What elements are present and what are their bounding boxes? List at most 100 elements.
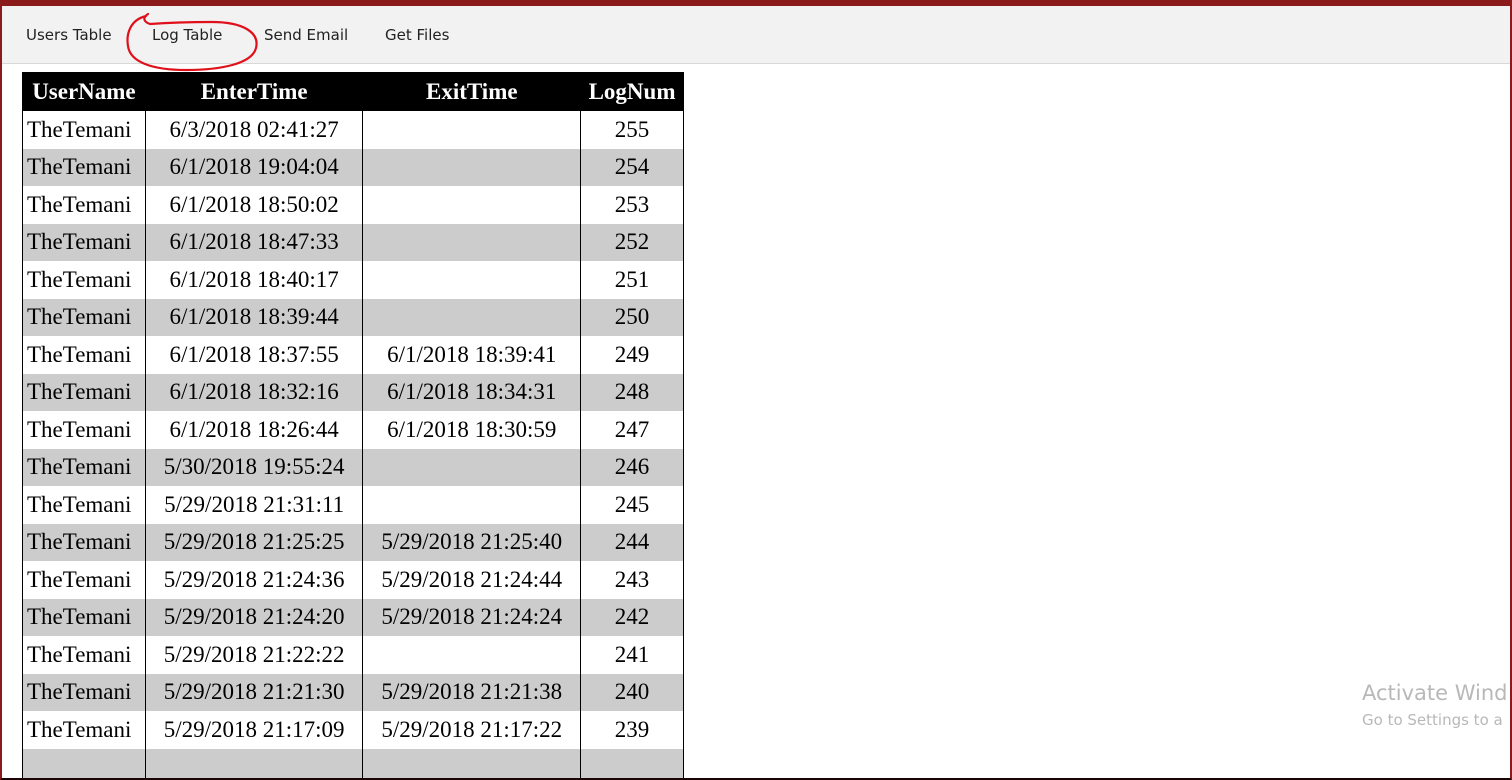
table-row: TheTemani 6/1/2018 18:26:44 6/1/2018 18:… xyxy=(22,411,684,449)
cell-exittime xyxy=(362,448,582,486)
table-row: TheTemani 5/30/2018 19:55:24 246 xyxy=(22,448,684,486)
browser-window: Users Table Log Table Send Email Get Fil… xyxy=(0,0,1512,780)
cell-exittime: 5/29/2018 21:25:40 xyxy=(362,523,582,561)
cell-username: TheTemani xyxy=(22,148,146,186)
table-row: TheTemani 6/1/2018 19:04:04 254 xyxy=(22,148,684,186)
cell-username: TheTemani xyxy=(22,636,146,674)
cell-exittime xyxy=(362,261,582,299)
nav-users-table[interactable]: Users Table xyxy=(26,26,112,44)
watermark-subtitle: Go to Settings to a xyxy=(1362,711,1503,729)
cell-username: TheTemani xyxy=(22,711,146,749)
cell-exittime xyxy=(362,110,582,149)
cell-exittime: 5/29/2018 21:24:44 xyxy=(362,561,582,599)
cell-entertime: 6/1/2018 18:47:33 xyxy=(144,223,364,261)
cell-lognum: 246 xyxy=(580,448,684,486)
header-username: UserName xyxy=(22,72,146,111)
cell-username: TheTemani xyxy=(22,223,146,261)
cell-exittime: 5/29/2018 21:24:24 xyxy=(362,598,582,636)
cell-exittime: 6/1/2018 18:39:41 xyxy=(362,336,582,374)
cell-exittime xyxy=(362,186,582,224)
cell-username: TheTemani xyxy=(22,298,146,336)
nav-send-email[interactable]: Send Email xyxy=(264,26,348,44)
cell-exittime: 6/1/2018 18:30:59 xyxy=(362,411,582,449)
table-row: TheTemani 6/1/2018 18:37:55 6/1/2018 18:… xyxy=(22,336,684,374)
table-row: TheTemani 6/1/2018 18:40:17 251 xyxy=(22,261,684,299)
cell-username: TheTemani xyxy=(22,110,146,149)
cell-entertime: 5/29/2018 21:24:36 xyxy=(144,561,364,599)
cell-entertime: 6/1/2018 18:32:16 xyxy=(144,373,364,411)
cell-entertime: 6/1/2018 18:26:44 xyxy=(144,411,364,449)
cell-entertime: 6/1/2018 18:37:55 xyxy=(144,336,364,374)
cell-lognum: 249 xyxy=(580,336,684,374)
cell-username xyxy=(22,748,146,778)
cell-username: TheTemani xyxy=(22,673,146,711)
cell-lognum: 254 xyxy=(580,148,684,186)
cell-lognum xyxy=(580,748,684,778)
cell-lognum: 247 xyxy=(580,411,684,449)
cell-exittime xyxy=(362,486,582,524)
cell-username: TheTemani xyxy=(22,373,146,411)
cell-entertime: 6/1/2018 18:40:17 xyxy=(144,261,364,299)
table-header-row: UserName EnterTime ExitTime LogNum xyxy=(22,72,684,111)
cell-entertime: 5/29/2018 21:22:22 xyxy=(144,636,364,674)
header-lognum: LogNum xyxy=(580,72,684,111)
cell-lognum: 251 xyxy=(580,261,684,299)
cell-entertime: 5/29/2018 21:31:11 xyxy=(144,486,364,524)
cell-entertime: 5/29/2018 21:25:25 xyxy=(144,523,364,561)
cell-lognum: 253 xyxy=(580,186,684,224)
cell-exittime xyxy=(362,748,582,778)
cell-lognum: 252 xyxy=(580,223,684,261)
table-row: TheTemani 6/1/2018 18:47:33 252 xyxy=(22,223,684,261)
table-row: TheTemani 5/29/2018 21:24:20 5/29/2018 2… xyxy=(22,598,684,636)
log-table: UserName EnterTime ExitTime LogNum TheTe… xyxy=(22,72,684,778)
cell-entertime: 6/1/2018 18:50:02 xyxy=(144,186,364,224)
cell-username: TheTemani xyxy=(22,598,146,636)
cell-lognum: 243 xyxy=(580,561,684,599)
cell-entertime: 5/29/2018 21:24:20 xyxy=(144,598,364,636)
cell-entertime: 5/29/2018 21:21:30 xyxy=(144,673,364,711)
table-row: TheTemani 6/1/2018 18:50:02 253 xyxy=(22,186,684,224)
cell-username: TheTemani xyxy=(22,523,146,561)
nav-get-files[interactable]: Get Files xyxy=(385,26,449,44)
cell-entertime: 6/1/2018 19:04:04 xyxy=(144,148,364,186)
table-row: TheTemani 5/29/2018 21:21:30 5/29/2018 2… xyxy=(22,673,684,711)
table-row: TheTemani 6/1/2018 18:39:44 250 xyxy=(22,298,684,336)
cell-entertime: 6/3/2018 02:41:27 xyxy=(144,110,364,149)
cell-exittime: 6/1/2018 18:34:31 xyxy=(362,373,582,411)
table-row: TheTemani 5/29/2018 21:24:36 5/29/2018 2… xyxy=(22,561,684,599)
cell-exittime xyxy=(362,636,582,674)
cell-username: TheTemani xyxy=(22,261,146,299)
windows-activation-watermark: Activate Wind Go to Settings to a xyxy=(1362,681,1508,729)
header-entertime: EnterTime xyxy=(144,72,364,111)
nav-log-table[interactable]: Log Table xyxy=(152,26,222,44)
cell-entertime: 5/30/2018 19:55:24 xyxy=(144,448,364,486)
cell-username: TheTemani xyxy=(22,336,146,374)
cell-lognum: 250 xyxy=(580,298,684,336)
cell-username: TheTemani xyxy=(22,561,146,599)
cell-lognum: 245 xyxy=(580,486,684,524)
cell-exittime: 5/29/2018 21:17:22 xyxy=(362,711,582,749)
cell-exittime xyxy=(362,148,582,186)
cell-lognum: 241 xyxy=(580,636,684,674)
cell-lognum: 248 xyxy=(580,373,684,411)
table-row: TheTemani 6/1/2018 18:32:16 6/1/2018 18:… xyxy=(22,373,684,411)
cell-exittime xyxy=(362,223,582,261)
cell-entertime: 5/29/2018 21:17:09 xyxy=(144,711,364,749)
header-exittime: ExitTime xyxy=(362,72,582,111)
table-row: TheTemani 5/29/2018 21:25:25 5/29/2018 2… xyxy=(22,523,684,561)
cell-username: TheTemani xyxy=(22,486,146,524)
cell-exittime: 5/29/2018 21:21:38 xyxy=(362,673,582,711)
cell-exittime xyxy=(362,298,582,336)
cell-lognum: 239 xyxy=(580,711,684,749)
cell-lognum: 240 xyxy=(580,673,684,711)
cell-entertime xyxy=(144,748,364,778)
table-row: TheTemani 5/29/2018 21:22:22 241 xyxy=(22,636,684,674)
watermark-title: Activate Wind xyxy=(1362,681,1508,705)
cell-username: TheTemani xyxy=(22,186,146,224)
cell-entertime: 6/1/2018 18:39:44 xyxy=(144,298,364,336)
table-row: TheTemani 5/29/2018 21:17:09 5/29/2018 2… xyxy=(22,711,684,749)
top-navbar: Users Table Log Table Send Email Get Fil… xyxy=(2,6,1510,72)
log-table-container: UserName EnterTime ExitTime LogNum TheTe… xyxy=(22,72,684,778)
table-row: TheTemani 5/29/2018 21:31:11 245 xyxy=(22,486,684,524)
table-row: TheTemani 6/3/2018 02:41:27 255 xyxy=(22,110,684,149)
